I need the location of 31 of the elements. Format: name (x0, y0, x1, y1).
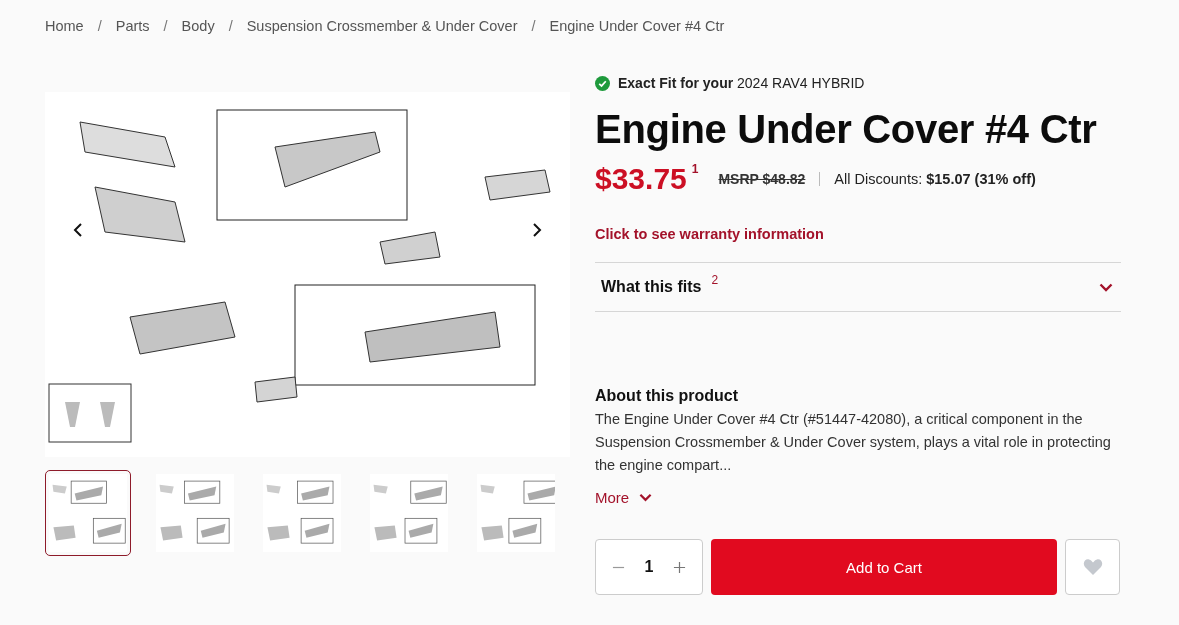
chevron-icon (639, 493, 653, 502)
heart-icon (1082, 558, 1103, 576)
discount-text: All Discounts: $15.07 (31% off) (834, 171, 1036, 187)
wishlist-button[interactable] (1065, 539, 1120, 595)
breadcrumb-link[interactable]: Body (181, 18, 215, 34)
product-description: The Engine Under Cover #4 Ctr (#51447-42080), a critical component in the Suspension Crossmember & Under Cover system, plays a vital role in protecting the engine compart... (595, 410, 1112, 475)
breadcrumb-separator: / (531, 18, 536, 34)
section-heading: About this product (595, 387, 740, 405)
breadcrumb-separator: / (228, 18, 233, 34)
chevron-icon (1099, 282, 1113, 292)
breadcrumb-separator: / (163, 18, 168, 34)
price: $33.75 (595, 162, 687, 196)
fit-text: Exact Fit for your 2024 RAV4 HYBRID (618, 75, 865, 91)
check-circle-icon (595, 75, 610, 91)
breadcrumb-separator: / (97, 18, 102, 34)
quantity-stepper[interactable]: 1 (595, 539, 703, 595)
footnote-mark: 1 (691, 162, 699, 176)
add-to-cart-button[interactable]: Add to Cart (711, 539, 1057, 595)
product-title: Engine Under Cover #4 Ctr (595, 107, 1098, 152)
quantity-value: 1 (644, 558, 654, 576)
footnote-mark: 2 (711, 273, 719, 287)
msrp-price: MSRP $48.82 (718, 171, 806, 187)
plus-icon[interactable] (673, 560, 686, 574)
breadcrumb-link[interactable]: Parts (115, 18, 150, 34)
more-link[interactable]: More (595, 489, 653, 506)
warranty-link[interactable]: Click to see warranty information (595, 226, 1121, 242)
breadcrumb-link[interactable]: Home (45, 18, 84, 34)
breadcrumb-link[interactable]: Suspension Crossmember & Under Cover (246, 18, 518, 34)
fits-accordion[interactable]: What this fits $^{2}$ (595, 262, 1121, 312)
accordion-label: What this fits (601, 278, 702, 296)
breadcrumb-link[interactable]: Engine Under Cover #4 Ctr (549, 18, 725, 34)
